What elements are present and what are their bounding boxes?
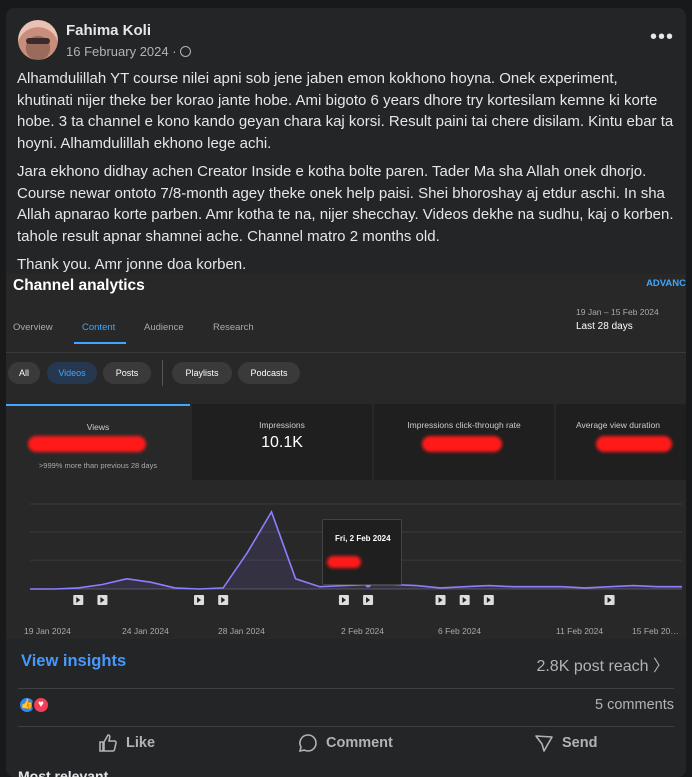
like-button[interactable]: Like	[98, 733, 155, 753]
like-label: Like	[126, 735, 156, 751]
globe-icon	[179, 46, 191, 57]
metric-value: 10.1K	[261, 434, 303, 451]
chip-videos: Videos	[47, 362, 97, 384]
metric-label: Impressions click-through rate	[407, 420, 521, 430]
comment-button[interactable]: Comment	[298, 733, 393, 753]
metric-avg-view-duration: Average view duration	[556, 404, 686, 480]
x-tick-label: 6 Feb 2024	[438, 626, 482, 636]
most-relevant-sort[interactable]: Most relevant	[18, 768, 108, 777]
divider	[18, 688, 674, 689]
avatar[interactable]	[18, 20, 58, 60]
send-icon	[535, 735, 553, 752]
chip-all: All	[8, 362, 40, 384]
send-button[interactable]: Send	[534, 733, 597, 753]
video-marker-icon	[483, 595, 494, 605]
x-tick-label: 11 Feb 2024	[556, 626, 604, 636]
metrics-row: Views >999% more than previous 28 days I…	[6, 404, 686, 480]
post-paragraph: Jara ekhono didhay achen Creator Inside …	[17, 163, 674, 245]
send-label: Send	[562, 735, 598, 751]
chart-tooltip: Fri, 2 Feb 2024	[322, 519, 402, 585]
post-header: Fahima Koli 16 February 2024 · •••	[18, 20, 674, 64]
post-reach[interactable]: 2.8K post reach 〉	[536, 652, 669, 676]
x-tick-label: 24 Jan 2024	[122, 626, 169, 636]
post-meta: 16 February 2024 ·	[66, 44, 191, 59]
video-marker-icon	[97, 595, 108, 605]
chip-separator	[162, 360, 163, 386]
metric-ctr: Impressions click-through rate	[374, 404, 554, 480]
post-date[interactable]: 16 February 2024 ·	[66, 44, 177, 59]
love-reaction-icon: ♥	[32, 696, 50, 714]
active-tab-indicator	[74, 342, 126, 344]
analytics-title: Channel analytics	[13, 277, 145, 294]
chip-posts: Posts	[103, 362, 151, 384]
x-tick-label: 15 Feb 20…	[632, 626, 679, 636]
post-paragraph: Thank you. Amr jonne doa korben.	[17, 256, 247, 273]
video-marker-icon	[218, 595, 229, 605]
metric-change: >999% more than previous 28 days	[38, 461, 158, 470]
analytics-screenshot[interactable]: Channel analytics ADVANC Overview Conten…	[6, 274, 686, 639]
chip-playlists: Playlists	[172, 362, 232, 384]
post-text: Alhamdulillah YT course nilei apni sob j…	[17, 68, 677, 283]
tab-content: Content	[82, 322, 116, 333]
post-card: Fahima Koli 16 February 2024 · ••• Alham…	[6, 8, 686, 777]
video-marker-icon	[194, 595, 205, 605]
divider	[18, 726, 674, 727]
video-marker-icon	[604, 595, 615, 605]
tab-research: Research	[213, 322, 254, 333]
x-tick-label: 2 Feb 2024	[341, 626, 385, 636]
redaction-mark	[422, 436, 502, 452]
metric-label: Average view duration	[576, 420, 660, 430]
comments-count[interactable]: 5 comments	[595, 697, 674, 713]
x-tick-label: 19 Jan 2024	[24, 626, 71, 636]
like-icon	[99, 734, 117, 752]
video-marker-icon	[459, 595, 470, 605]
redaction-mark	[28, 436, 146, 452]
date-range: 19 Jan – 15 Feb 2024	[576, 307, 659, 317]
metric-impressions: Impressions 10.1K	[192, 404, 372, 480]
post-reach-label: 2.8K post reach	[536, 658, 649, 675]
video-marker-icon	[73, 595, 84, 605]
video-marker-icon	[338, 595, 349, 605]
tab-audience: Audience	[144, 322, 184, 333]
redaction-mark	[596, 436, 672, 452]
metric-label: Views	[86, 422, 110, 432]
chevron-right-icon: 〉	[652, 658, 669, 675]
tooltip-date: Fri, 2 Feb 2024	[335, 534, 391, 543]
redaction-mark	[327, 556, 361, 568]
reactions[interactable]: 👍 ♥	[18, 696, 58, 716]
chip-podcasts: Podcasts	[238, 362, 300, 384]
x-tick-label: 28 Jan 2024	[218, 626, 265, 636]
date-range-label: Last 28 days	[576, 321, 633, 332]
divider	[6, 352, 686, 353]
more-options-icon[interactable]: •••	[650, 26, 674, 49]
advanced-mode-link: ADVANC	[646, 278, 686, 289]
video-marker-icon	[435, 595, 446, 605]
video-marker-icon	[363, 595, 374, 605]
post-paragraph: Alhamdulillah YT course nilei apni sob j…	[17, 70, 674, 152]
comment-icon	[298, 734, 317, 753]
metric-label: Impressions	[259, 420, 305, 430]
tab-overview: Overview	[13, 322, 53, 333]
view-insights-link[interactable]: View insights	[21, 652, 126, 671]
comment-label: Comment	[326, 735, 393, 751]
author-name[interactable]: Fahima Koli	[66, 22, 151, 39]
metric-views: Views >999% more than previous 28 days	[6, 404, 190, 480]
